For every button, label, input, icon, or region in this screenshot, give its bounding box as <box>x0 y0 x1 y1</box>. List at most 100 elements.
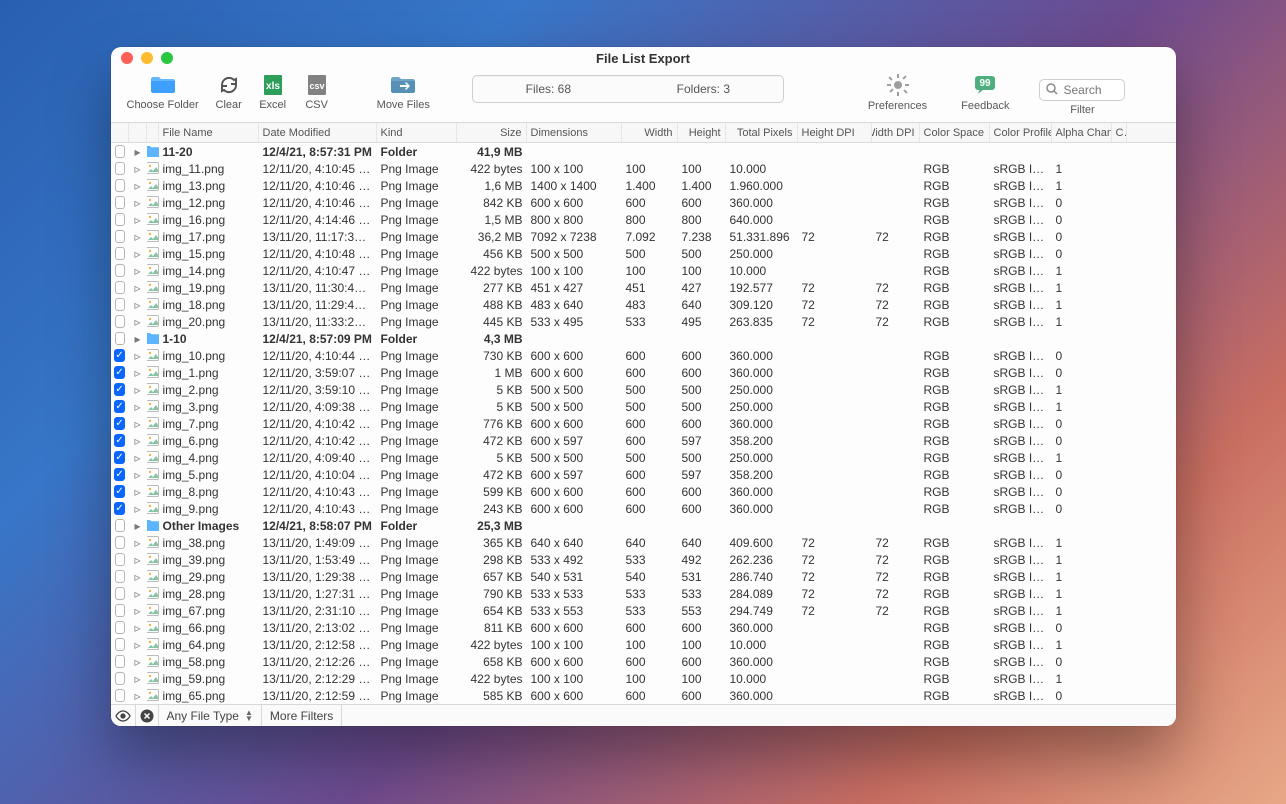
row-checkbox[interactable] <box>115 689 125 702</box>
table-row[interactable]: ▸Other Images12/4/21, 8:58:07 PMFolder25… <box>111 517 1176 534</box>
table-row[interactable]: ▹img_6.png12/11/20, 4:10:42 PMPng Image4… <box>111 432 1176 449</box>
row-checkbox[interactable] <box>115 655 125 668</box>
col-height-dpi[interactable]: Height DPI <box>798 123 872 142</box>
row-checkbox[interactable] <box>115 315 125 328</box>
row-checkbox[interactable] <box>115 196 125 209</box>
row-checkbox[interactable] <box>115 213 125 226</box>
row-checkbox[interactable] <box>115 519 125 532</box>
table-row[interactable]: ▹img_59.png13/11/20, 2:12:29 PMPng Image… <box>111 670 1176 687</box>
table-row[interactable]: ▹img_11.png12/11/20, 4:10:45 PMPng Image… <box>111 160 1176 177</box>
disclosure-icon[interactable]: ▹ <box>134 366 140 380</box>
row-checkbox[interactable] <box>114 383 124 396</box>
more-filters-button[interactable]: More Filters <box>262 705 342 726</box>
table-row[interactable]: ▹img_3.png12/11/20, 4:09:38 PMPng Image5… <box>111 398 1176 415</box>
col-height[interactable]: Height <box>678 123 726 142</box>
table-row[interactable]: ▹img_28.png13/11/20, 1:27:31 PMPng Image… <box>111 585 1176 602</box>
table-row[interactable]: ▹img_13.png12/11/20, 4:10:46 PMPng Image… <box>111 177 1176 194</box>
table-row[interactable]: ▹img_16.png12/11/20, 4:14:46 PMPng Image… <box>111 211 1176 228</box>
table-row[interactable]: ▹img_64.png13/11/20, 2:12:58 PMPng Image… <box>111 636 1176 653</box>
col-kind[interactable]: Kind <box>377 123 457 142</box>
col-dimensions[interactable]: Dimensions <box>527 123 622 142</box>
table-row[interactable]: ▹img_10.png12/11/20, 4:10:44 PMPng Image… <box>111 347 1176 364</box>
disclosure-icon[interactable]: ▹ <box>134 298 140 312</box>
table-row[interactable]: ▹img_15.png12/11/20, 4:10:48 PMPng Image… <box>111 245 1176 262</box>
row-checkbox[interactable] <box>115 672 125 685</box>
table-row[interactable]: ▹img_8.png12/11/20, 4:10:43 PMPng Image5… <box>111 483 1176 500</box>
disclosure-icon[interactable]: ▹ <box>134 417 140 431</box>
col-color-profile[interactable]: Color Profile <box>990 123 1052 142</box>
disclosure-icon[interactable]: ▹ <box>134 281 140 295</box>
disclosure-icon[interactable]: ▹ <box>134 434 140 448</box>
file-type-filter[interactable]: Any File Type ▲▼ <box>159 705 262 726</box>
col-alpha[interactable]: Alpha Chan… <box>1052 123 1112 142</box>
row-checkbox[interactable] <box>115 145 125 158</box>
table-row[interactable]: ▸1-1012/4/21, 8:57:09 PMFolder4,3 MB <box>111 330 1176 347</box>
close-icon[interactable] <box>121 52 133 64</box>
col-total-pixels[interactable]: Total Pixels <box>726 123 798 142</box>
clear-filter-button[interactable] <box>136 705 159 726</box>
minimize-icon[interactable] <box>141 52 153 64</box>
row-checkbox[interactable] <box>115 621 125 634</box>
row-checkbox[interactable] <box>114 485 124 498</box>
eye-button[interactable] <box>111 705 136 726</box>
table-row[interactable]: ▹img_1.png12/11/20, 3:59:07 PMPng Image1… <box>111 364 1176 381</box>
preferences-button[interactable]: Preferences <box>864 73 931 112</box>
csv-button[interactable]: csv CSV <box>299 73 335 111</box>
disclosure-icon[interactable]: ▸ <box>134 519 140 533</box>
disclosure-icon[interactable]: ▹ <box>134 485 140 499</box>
row-checkbox[interactable] <box>114 434 124 447</box>
table-row[interactable]: ▹img_9.png12/11/20, 4:10:43 PMPng Image2… <box>111 500 1176 517</box>
disclosure-icon[interactable]: ▹ <box>134 604 140 618</box>
row-checkbox[interactable] <box>115 247 125 260</box>
col-file-name[interactable]: File Name <box>159 123 259 142</box>
row-checkbox[interactable] <box>114 502 124 515</box>
row-checkbox[interactable] <box>115 587 125 600</box>
table-row[interactable]: ▹img_39.png13/11/20, 1:53:49 PMPng Image… <box>111 551 1176 568</box>
row-checkbox[interactable] <box>115 332 125 345</box>
search-field[interactable] <box>1039 79 1125 101</box>
col-width[interactable]: Width <box>622 123 678 142</box>
row-checkbox[interactable] <box>115 536 125 549</box>
titlebar[interactable]: File List Export <box>111 47 1176 69</box>
table-row[interactable]: ▹img_29.png13/11/20, 1:29:38 PMPng Image… <box>111 568 1176 585</box>
disclosure-icon[interactable]: ▹ <box>134 468 140 482</box>
row-checkbox[interactable] <box>115 179 125 192</box>
disclosure-icon[interactable]: ▹ <box>134 638 140 652</box>
table-row[interactable]: ▹img_18.png13/11/20, 11:29:42 AMPng Imag… <box>111 296 1176 313</box>
disclosure-icon[interactable]: ▹ <box>134 349 140 363</box>
row-checkbox[interactable] <box>115 230 125 243</box>
disclosure-icon[interactable]: ▹ <box>134 536 140 550</box>
table-row[interactable]: ▸11-2012/4/21, 8:57:31 PMFolder41,9 MB <box>111 143 1176 160</box>
disclosure-icon[interactable]: ▹ <box>134 247 140 261</box>
table-row[interactable]: ▹img_4.png12/11/20, 4:09:40 PMPng Image5… <box>111 449 1176 466</box>
table-row[interactable]: ▹img_12.png12/11/20, 4:10:46 PMPng Image… <box>111 194 1176 211</box>
disclosure-icon[interactable]: ▹ <box>134 655 140 669</box>
row-checkbox[interactable] <box>115 162 125 175</box>
col-extra[interactable]: C… <box>1112 123 1127 142</box>
row-checkbox[interactable] <box>115 298 125 311</box>
choose-folder-button[interactable]: Choose Folder <box>123 73 203 111</box>
table-row[interactable]: ▹img_20.png13/11/20, 11:33:25 AMPng Imag… <box>111 313 1176 330</box>
col-width-dpi[interactable]: Width DPI <box>872 123 920 142</box>
disclosure-icon[interactable]: ▸ <box>134 332 140 346</box>
row-checkbox[interactable] <box>115 264 125 277</box>
table-row[interactable]: ▹img_5.png12/11/20, 4:10:04 PMPng Image4… <box>111 466 1176 483</box>
row-checkbox[interactable] <box>115 638 125 651</box>
row-checkbox[interactable] <box>114 366 124 379</box>
row-checkbox[interactable] <box>114 417 124 430</box>
disclosure-icon[interactable]: ▹ <box>134 570 140 584</box>
table-row[interactable]: ▹img_14.png12/11/20, 4:10:47 PMPng Image… <box>111 262 1176 279</box>
table-row[interactable]: ▹img_65.png13/11/20, 2:12:59 PMPng Image… <box>111 687 1176 704</box>
disclosure-icon[interactable]: ▹ <box>134 315 140 329</box>
row-checkbox[interactable] <box>115 604 125 617</box>
row-checkbox[interactable] <box>114 349 124 362</box>
disclosure-icon[interactable]: ▹ <box>134 400 140 414</box>
disclosure-icon[interactable]: ▹ <box>134 162 140 176</box>
table-row[interactable]: ▹img_66.png13/11/20, 2:13:02 PMPng Image… <box>111 619 1176 636</box>
table-row[interactable]: ▹img_58.png13/11/20, 2:12:26 PMPng Image… <box>111 653 1176 670</box>
row-checkbox[interactable] <box>114 451 124 464</box>
table-row[interactable]: ▹img_2.png12/11/20, 3:59:10 PMPng Image5… <box>111 381 1176 398</box>
table-row[interactable]: ▹img_17.png13/11/20, 11:17:33 AMPng Imag… <box>111 228 1176 245</box>
disclosure-icon[interactable]: ▹ <box>134 213 140 227</box>
feedback-button[interactable]: 99 Feedback <box>957 73 1013 112</box>
